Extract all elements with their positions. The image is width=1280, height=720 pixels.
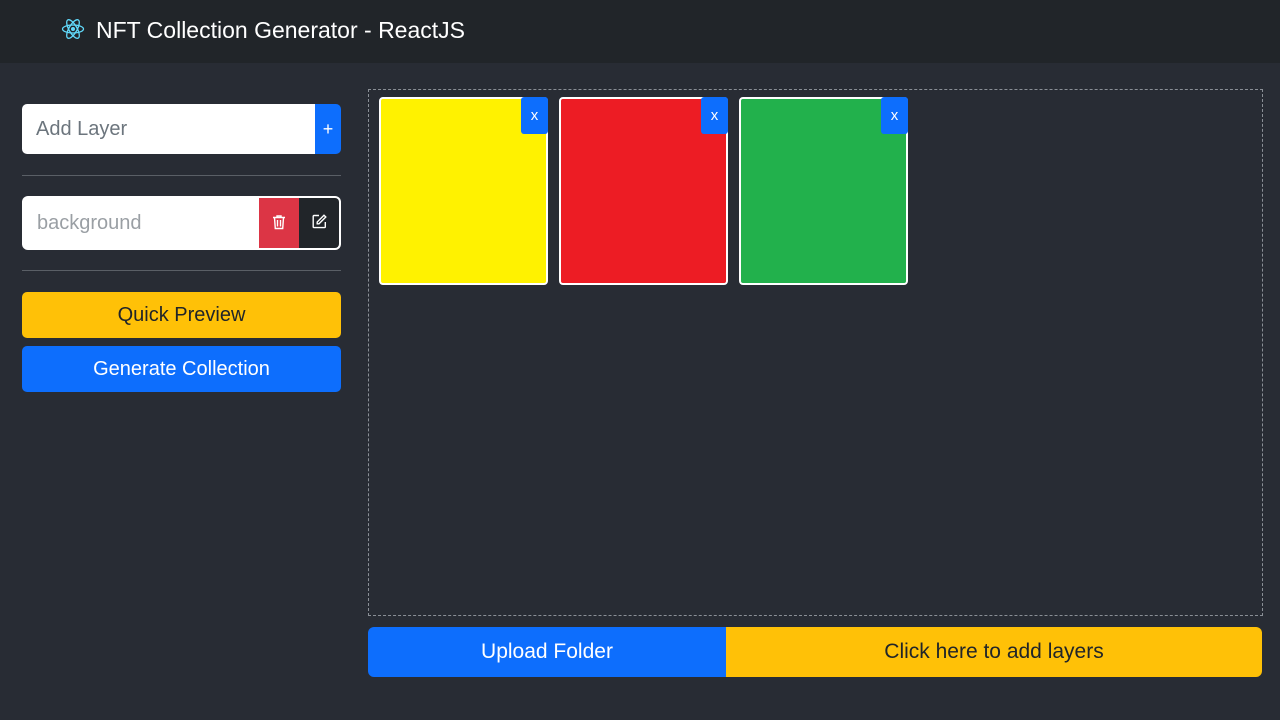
- upload-folder-button[interactable]: Upload Folder: [368, 627, 726, 677]
- bottom-action-bar: Upload Folder Click here to add layers: [368, 627, 1262, 677]
- layer-image-tile: x: [559, 97, 728, 285]
- delete-layer-button[interactable]: [259, 198, 299, 248]
- quick-preview-button[interactable]: Quick Preview: [22, 292, 341, 338]
- add-layer-group: +: [22, 104, 341, 154]
- remove-image-button[interactable]: x: [701, 97, 728, 134]
- divider: [22, 270, 341, 271]
- navbar: NFT Collection Generator - ReactJS: [0, 0, 1280, 63]
- generate-collection-button[interactable]: Generate Collection: [22, 346, 341, 392]
- layer-image-tile: x: [739, 97, 908, 285]
- react-atom-icon: [61, 17, 85, 41]
- layer-images-area[interactable]: x x x: [368, 89, 1263, 616]
- divider: [22, 175, 341, 176]
- layer-image-tile: x: [379, 97, 548, 285]
- add-layers-button[interactable]: Click here to add layers: [726, 627, 1262, 677]
- add-layer-input[interactable]: [22, 104, 315, 154]
- add-layer-button[interactable]: +: [315, 104, 341, 154]
- remove-image-button[interactable]: x: [521, 97, 548, 134]
- trash-icon: [272, 214, 286, 233]
- remove-image-button[interactable]: x: [881, 97, 908, 134]
- edit-layer-button[interactable]: [299, 198, 339, 248]
- app-title[interactable]: NFT Collection Generator - ReactJS: [96, 16, 465, 44]
- edit-icon: [312, 214, 327, 232]
- layer-item-background[interactable]: background: [22, 196, 341, 250]
- layer-name[interactable]: background: [24, 198, 259, 248]
